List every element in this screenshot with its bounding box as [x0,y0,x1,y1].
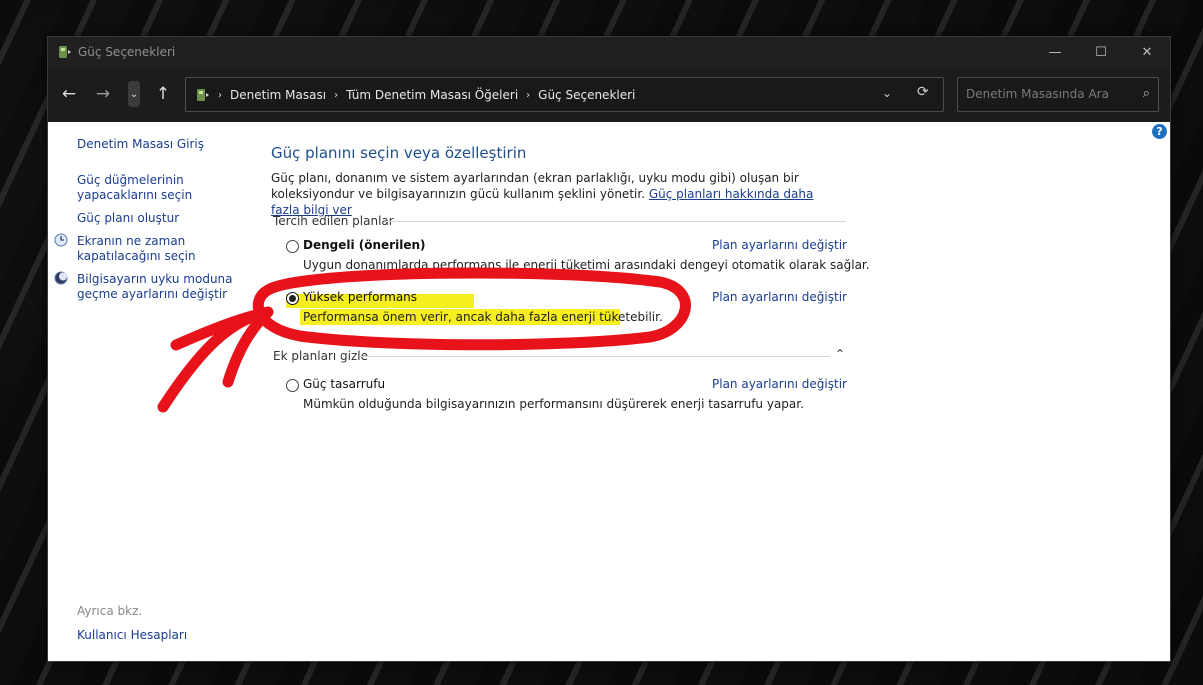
display-clock-icon [54,233,68,247]
preferred-plans-heading: Tercih edilen planlar [273,214,394,228]
plan-description-power-saver: Mümkün olduğunda bilgisayarınızın perfor… [303,397,804,411]
up-button[interactable]: ↑ [151,81,175,107]
back-button[interactable]: ← [57,81,81,107]
search-icon[interactable]: ⌕ [1143,86,1150,101]
recent-locations-dropdown[interactable]: ⌄ [128,81,140,107]
maximize-button[interactable]: ☐ [1078,37,1124,67]
minimize-button[interactable]: — [1032,37,1078,67]
power-options-window: Güç Seçenekleri — ☐ ✕ ← → ⌄ ↑ › Denetim … [47,36,1171,662]
divider [386,221,846,222]
sidebar-item-display-off[interactable]: Ekranın ne zaman kapatılacağını seçin [77,234,196,264]
breadcrumb-all-items[interactable]: Tüm Denetim Masası Öğeleri [346,88,518,102]
plan-description-high-performance: Performansa önem verir, ancak daha fazla… [303,310,663,324]
page-title: Güç planını seçin veya özelleştirin [271,144,527,162]
divider [360,356,830,357]
navigation-bar: ← → ⌄ ↑ › Denetim Masası › Tüm Denetim M… [48,67,1170,122]
collapse-chevron-icon[interactable]: ⌃ [835,347,845,361]
plan-radio-power-saver[interactable] [286,379,299,392]
breadcrumb-separator: › [334,89,339,101]
sleep-moon-icon [54,271,68,285]
breadcrumb-power-options[interactable]: Güç Seçenekleri [538,88,635,102]
page-description: Güç planı, donanım ve sistem ayarlarında… [271,170,831,218]
window-title: Güç Seçenekleri [78,45,176,59]
breadcrumb: › Denetim Masası › Tüm Denetim Masası Öğ… [194,87,635,103]
address-dropdown-icon[interactable]: ⌄ [882,86,892,100]
see-also-heading: Ayrıca bkz. [77,604,143,618]
title-bar: Güç Seçenekleri — ☐ ✕ [48,37,1170,67]
power-options-icon [59,46,71,58]
search-input[interactable]: Denetim Masasında Ara [966,87,1109,101]
sidebar-item-control-panel-home[interactable]: Denetim Masası Giriş [77,137,204,152]
change-plan-settings-link[interactable]: Plan ayarlarını değiştir [712,377,847,391]
search-box[interactable]: Denetim Masasında Ara ⌕ [957,77,1159,112]
breadcrumb-separator: › [526,89,531,101]
plan-radio-high-performance[interactable] [286,292,299,305]
plan-name-high-performance[interactable]: Yüksek performans [303,290,417,304]
address-bar[interactable]: › Denetim Masası › Tüm Denetim Masası Öğ… [185,77,944,112]
sidebar-item-user-accounts[interactable]: Kullanıcı Hesapları [77,628,187,643]
breadcrumb-separator: › [218,89,222,101]
close-button[interactable]: ✕ [1124,37,1170,67]
hide-additional-plans-heading[interactable]: Ek planları gizle [273,349,368,363]
breadcrumb-control-panel[interactable]: Denetim Masası [230,88,326,102]
plan-name-power-saver[interactable]: Güç tasarrufu [303,377,385,391]
sidebar-item-create-plan[interactable]: Güç planı oluştur [77,211,179,226]
plan-radio-balanced[interactable] [286,240,299,253]
refresh-icon[interactable]: ⟳ [917,84,929,100]
sidebar-item-sleep-settings[interactable]: Bilgisayarın uyku moduna geçme ayarların… [77,272,233,302]
change-plan-settings-link[interactable]: Plan ayarlarını değiştir [712,238,847,252]
plan-description-balanced: Uygun donanımlarda performans ile enerji… [303,258,870,272]
forward-button[interactable]: → [91,81,115,107]
control-panel-icon [197,89,209,101]
sidebar-item-power-buttons[interactable]: Güç düğmelerinin yapacaklarını seçin [77,173,217,203]
plan-name-balanced[interactable]: Dengeli (önerilen) [303,238,426,252]
change-plan-settings-link[interactable]: Plan ayarlarını değiştir [712,290,847,304]
help-icon[interactable]: ? [1152,124,1167,139]
